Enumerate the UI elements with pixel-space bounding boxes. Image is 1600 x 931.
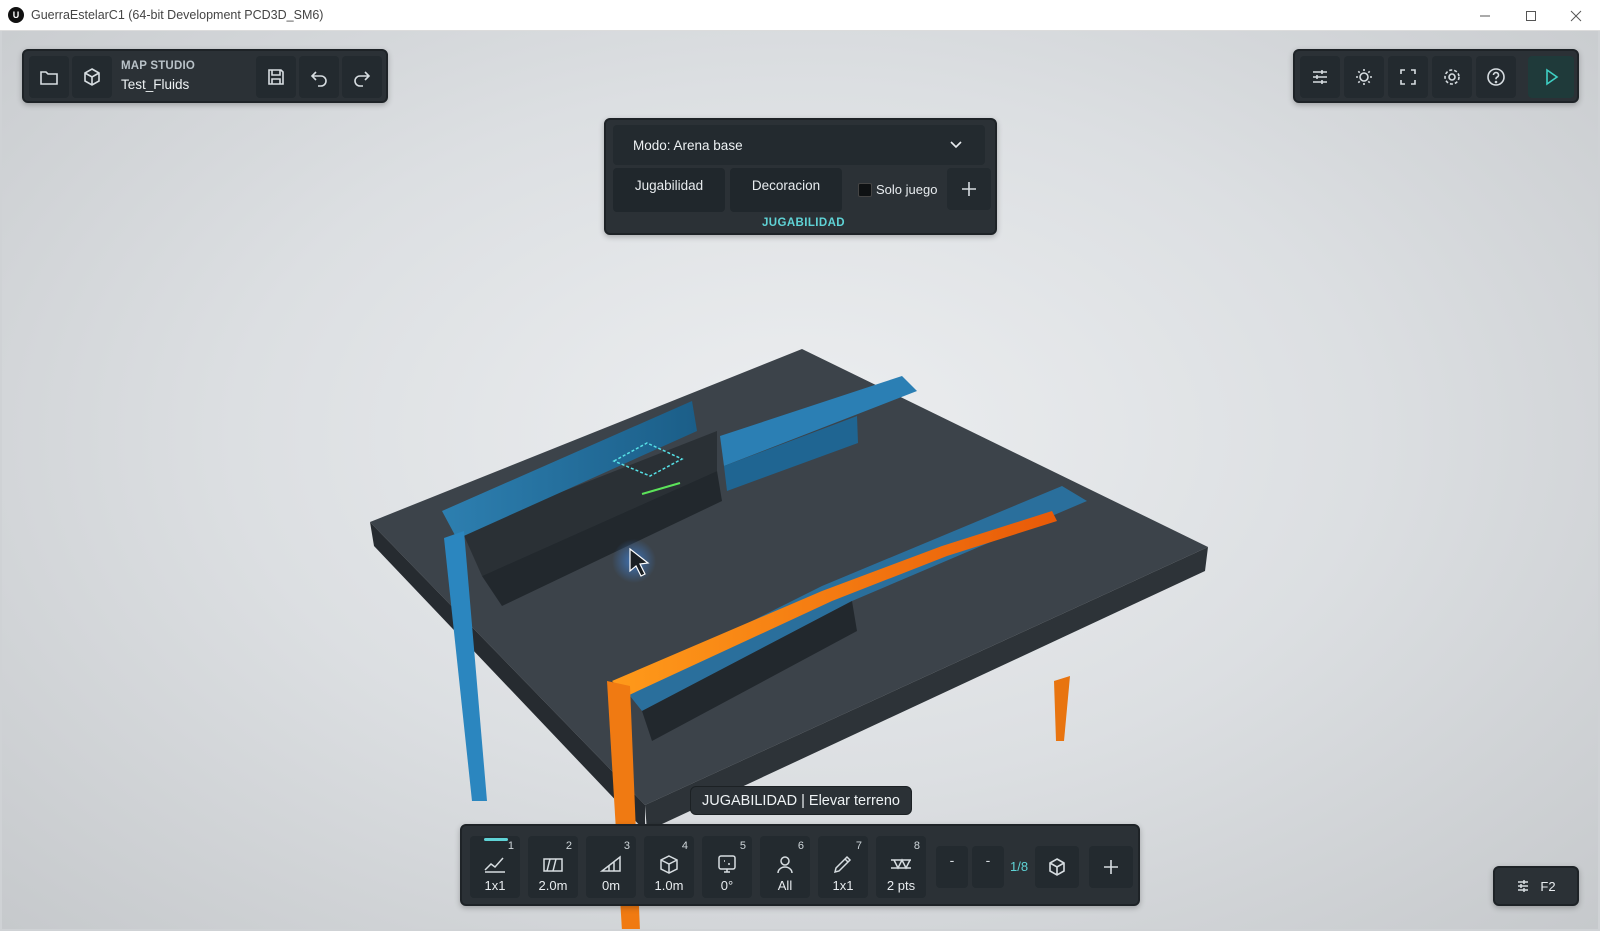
folder-icon[interactable] xyxy=(29,56,69,98)
box-height-icon xyxy=(657,854,681,874)
tool-terrain-raise[interactable]: 1 1x1 xyxy=(470,836,520,898)
view-panel xyxy=(1293,49,1579,103)
save-icon[interactable] xyxy=(256,56,296,98)
file-panel: MAP STUDIO Test_Fluids xyxy=(22,49,388,103)
next-page-button[interactable]: - xyxy=(972,846,1004,888)
close-icon[interactable] xyxy=(1553,0,1599,31)
tool-number: 1 xyxy=(507,840,514,852)
tool-value: 0m xyxy=(601,878,621,893)
solo-juego-checkbox[interactable] xyxy=(858,183,872,197)
studio-label: MAP STUDIO xyxy=(121,60,195,72)
cube-icon[interactable] xyxy=(1035,846,1079,888)
help-icon[interactable] xyxy=(1476,56,1516,98)
undo-icon[interactable] xyxy=(299,56,339,98)
tool-tooltip: JUGABILIDAD | Elevar terreno xyxy=(690,786,912,815)
tool-value: 1x1 xyxy=(484,878,506,893)
tool-number: 4 xyxy=(681,840,688,852)
map-name: Test_Fluids xyxy=(121,77,190,92)
tab-jugabilidad[interactable]: Jugabilidad xyxy=(613,168,725,212)
tool-number: 2 xyxy=(565,840,572,852)
lava-drip xyxy=(1054,676,1070,741)
tool-number: 6 xyxy=(797,840,804,852)
points-icon xyxy=(889,854,913,874)
redo-icon[interactable] xyxy=(342,56,382,98)
section-label: JUGABILIDAD xyxy=(762,217,845,229)
tool-value: 2.0m xyxy=(538,878,568,893)
maximize-icon[interactable] xyxy=(1508,0,1554,31)
plus-icon[interactable] xyxy=(1089,846,1133,888)
sliders-icon xyxy=(1518,880,1529,892)
minimize-icon[interactable] xyxy=(1462,0,1508,31)
tool-pencil[interactable]: 7 1x1 xyxy=(818,836,868,898)
mode-panel: Modo: Arena base Jugabilidad Decoracion … xyxy=(604,118,997,235)
chevron-down-icon xyxy=(950,141,962,149)
cube-icon[interactable] xyxy=(72,56,112,98)
tool-value: All xyxy=(777,878,793,893)
tool-value: 2 pts xyxy=(886,878,916,893)
tool-number: 3 xyxy=(623,840,630,852)
prev-page-button[interactable]: - xyxy=(936,846,968,888)
tool-value: 0° xyxy=(720,878,734,893)
solo-juego-label: Solo juego xyxy=(876,182,938,197)
page-indicator: 1/8 xyxy=(1010,859,1029,874)
rotation-icon xyxy=(715,854,739,874)
tool-value: 1x1 xyxy=(832,878,854,893)
tool-slope[interactable]: 3 0m xyxy=(586,836,636,898)
window-title: GuerraEstelarC1 (64-bit Development PCD3… xyxy=(31,8,324,22)
pencil-icon xyxy=(831,854,855,874)
tool-number: 5 xyxy=(739,840,746,852)
plus-icon xyxy=(962,182,976,196)
f2-label: F2 xyxy=(1540,878,1556,894)
tool-player[interactable]: 6 All xyxy=(760,836,810,898)
fullscreen-icon[interactable] xyxy=(1388,56,1428,98)
unreal-logo-icon: U xyxy=(8,7,24,23)
tool-points[interactable]: 8 2 pts xyxy=(876,836,926,898)
add-mode-button[interactable] xyxy=(947,168,991,210)
settings-icon[interactable] xyxy=(1432,56,1472,98)
tab-decoracion[interactable]: Decoracion xyxy=(730,168,842,212)
terrain-raise-icon xyxy=(483,854,507,874)
tool-box-height[interactable]: 4 1.0m xyxy=(644,836,694,898)
tool-value: 1.0m xyxy=(654,878,684,893)
tool-brush-size[interactable]: 2 2.0m xyxy=(528,836,578,898)
mode-select[interactable]: Modo: Arena base xyxy=(613,125,985,165)
play-icon[interactable] xyxy=(1528,56,1574,98)
slope-icon xyxy=(599,854,623,874)
mode-select-value: Modo: Arena base xyxy=(633,137,743,153)
tool-number: 8 xyxy=(913,840,920,852)
player-icon xyxy=(773,854,797,874)
brush-size-icon xyxy=(541,854,565,874)
f2-button[interactable]: F2 xyxy=(1493,866,1579,906)
active-indicator xyxy=(484,838,508,841)
tool-toolbar: 1 1x1 2 2.0m 3 0m 4 1.0m 5 0° 6 All 7 1x… xyxy=(460,824,1140,906)
tool-rotation[interactable]: 5 0° xyxy=(702,836,752,898)
sliders-icon[interactable] xyxy=(1300,56,1340,98)
sun-icon[interactable] xyxy=(1344,56,1384,98)
window-titlebar: U GuerraEstelarC1 (64-bit Development PC… xyxy=(0,0,1600,31)
tool-number: 7 xyxy=(855,840,862,852)
